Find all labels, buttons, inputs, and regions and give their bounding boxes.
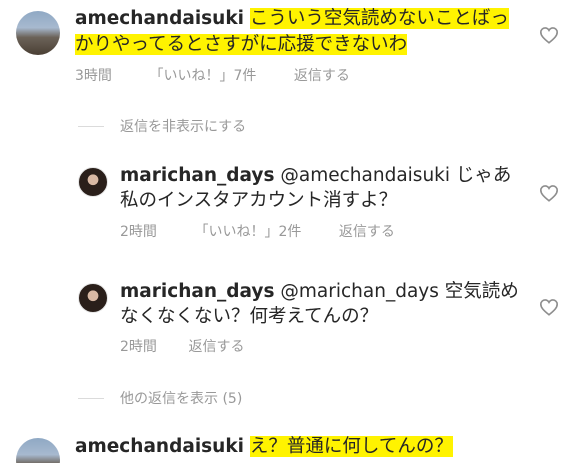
show-replies-button[interactable]: 他の返信を表示 (5) [120,388,242,408]
heart-outline-icon[interactable] [539,184,559,202]
comment-username[interactable]: amechandaisuki [75,436,244,457]
reply-button[interactable]: 返信する [339,221,395,241]
comment-time: 3時間 [75,68,112,84]
avatar[interactable] [16,438,60,463]
heart-outline-icon[interactable] [539,298,559,316]
avatar[interactable] [78,167,108,197]
reply-button[interactable]: 返信する [294,65,350,85]
comment-mention[interactable]: @amechandaisuki [280,165,450,186]
comments-view: amechandaisuki こういう空気読めないことばっ かりやってるとさすが… [0,0,568,463]
comment-meta: 2時間 「いいね！」2件 返信する [120,221,395,241]
comment-time: 2時間 [120,224,157,240]
comment-username[interactable]: amechandaisuki [75,8,244,29]
like-count[interactable]: 「いいね！」2件 [194,221,334,241]
comment-mention[interactable]: @marichan_days [280,281,438,302]
comment-username[interactable]: marichan_days [120,165,275,186]
comment-text: 空気読め [444,281,519,302]
avatar[interactable] [78,283,108,313]
heart-outline-icon[interactable] [539,26,559,44]
comment-text: え？普通に何してんの？ [249,436,453,457]
divider [78,126,104,127]
like-count[interactable]: 「いいね！」7件 [149,65,289,85]
comment-meta: 2時間 返信する [120,336,244,356]
hide-replies-button[interactable]: 返信を非表示にする [120,116,246,136]
comment-text: かりやってるとさすがに応援できないわ [75,34,408,55]
avatar[interactable] [16,11,60,55]
reply-button[interactable]: 返信する [188,336,244,356]
comment-text: 私のインスタアカウント消すよ？ [120,190,398,211]
comment-text: こういう空気読めないことばっ [249,8,509,29]
comment-meta: 3時間 「いいね！」7件 返信する [75,65,350,85]
comment-text: じゃあ [455,165,512,186]
comment-text: なくなくない？何考えてんの？ [120,306,379,327]
divider [78,398,104,399]
comment-time: 2時間 [120,339,157,355]
comment-username[interactable]: marichan_days [120,281,275,302]
